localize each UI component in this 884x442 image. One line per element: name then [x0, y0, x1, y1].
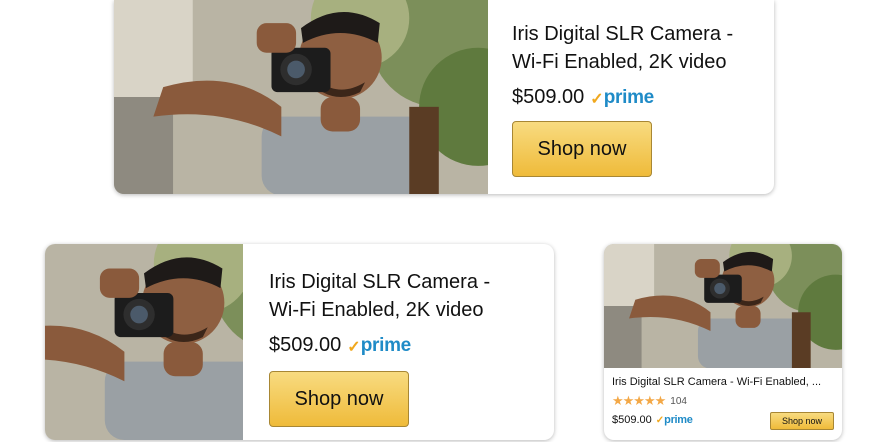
- camera-photo[interactable]: [604, 244, 842, 368]
- prime-label: prime: [664, 414, 693, 426]
- camera-photo[interactable]: [45, 244, 243, 440]
- prime-badge: ✓ prime: [347, 334, 412, 356]
- prime-check-icon: ✓: [347, 338, 361, 356]
- shop-now-button[interactable]: Shop now: [512, 121, 652, 177]
- price: $509.00: [512, 86, 585, 108]
- product-info: Iris Digital SLR Camera - Wi-Fi Enabled,…: [269, 268, 539, 427]
- product-title[interactable]: Iris Digital SLR Camera - Wi-Fi Enabled,…: [612, 376, 836, 388]
- price-row: $509.00 ✓ prime: [512, 86, 762, 109]
- prime-badge: ✓ prime: [590, 86, 655, 108]
- price: $509.00: [269, 334, 342, 356]
- ad-card-medium[interactable]: Iris Digital SLR Camera - Wi-Fi Enabled,…: [45, 244, 554, 440]
- product-title[interactable]: Iris Digital SLR Camera - Wi-Fi Enabled,…: [512, 20, 762, 76]
- ad-card-small[interactable]: Iris Digital SLR Camera - Wi-Fi Enabled,…: [604, 244, 842, 440]
- shop-now-button[interactable]: Shop now: [269, 371, 409, 427]
- camera-photo[interactable]: [114, 0, 488, 194]
- prime-label: prime: [603, 86, 655, 108]
- ad-card-large[interactable]: Iris Digital SLR Camera - Wi-Fi Enabled,…: [114, 0, 774, 194]
- prime-check-icon: ✓: [590, 90, 604, 108]
- prime-badge: ✓ prime: [656, 414, 693, 426]
- rating-row: ★★★★★ 104: [612, 393, 836, 409]
- prime-label: prime: [360, 334, 412, 356]
- price-row: $509.00 ✓ prime: [269, 334, 539, 357]
- price: $509.00: [612, 414, 652, 426]
- prime-check-icon: ✓: [655, 415, 665, 426]
- review-count[interactable]: 104: [670, 396, 687, 407]
- shop-now-button[interactable]: Shop now: [770, 412, 834, 430]
- product-info: Iris Digital SLR Camera - Wi-Fi Enabled,…: [512, 20, 762, 177]
- star-icon[interactable]: ★★★★★: [612, 393, 666, 409]
- product-title[interactable]: Iris Digital SLR Camera - Wi-Fi Enabled,…: [269, 268, 539, 324]
